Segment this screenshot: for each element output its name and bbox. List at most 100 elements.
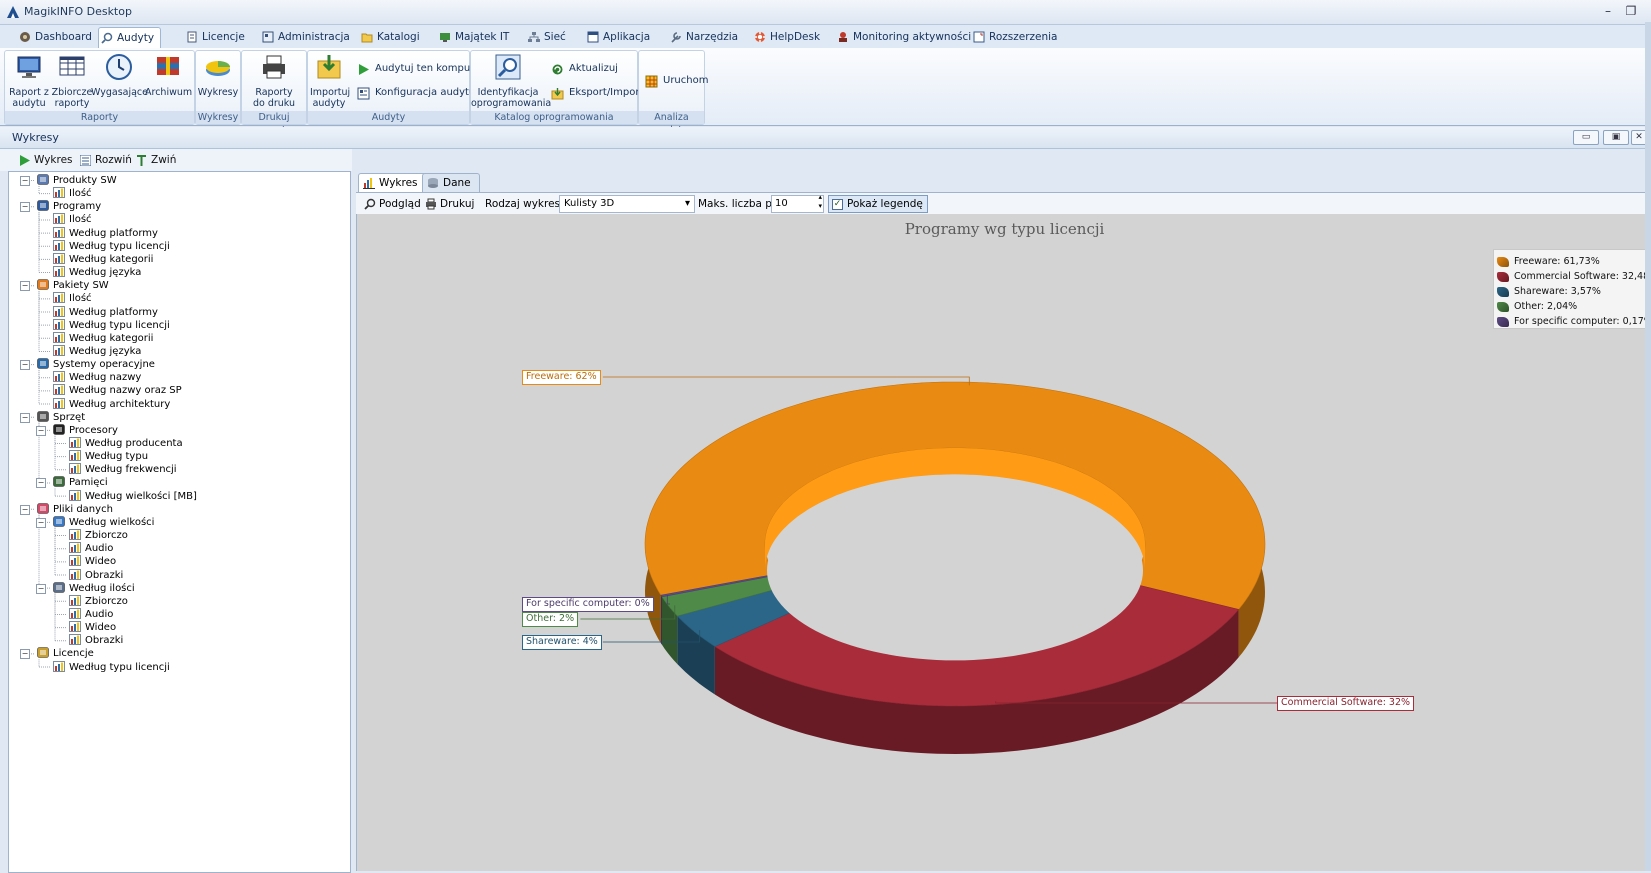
- tree-node[interactable]: Ilość: [53, 213, 92, 226]
- tree-node[interactable]: Wideo: [69, 555, 116, 568]
- tree-node[interactable]: − Pliki danych: [20, 502, 113, 516]
- spinner-arrows-icon[interactable]: ▴ ▾: [818, 193, 822, 211]
- tree-node[interactable]: Według nazwy oraz SP: [53, 384, 182, 397]
- konfiguracja-audytu-button[interactable]: Konfiguracja audytu: [357, 85, 475, 101]
- chart-type-select[interactable]: Kulisty 3D ▾: [559, 195, 695, 213]
- maximize-button[interactable]: ❐: [1620, 3, 1642, 19]
- tree-collapse-icon[interactable]: −: [20, 176, 30, 186]
- raport-z-audytu-button[interactable]: Raport z audytu: [7, 53, 51, 109]
- tab-siec[interactable]: Sieć: [526, 27, 566, 47]
- tab-monitoring-aktywnosci[interactable]: Monitoring aktywności: [835, 27, 971, 47]
- tree-node[interactable]: Obrazki: [69, 634, 123, 647]
- tree-node[interactable]: − Programy: [20, 200, 101, 213]
- panel-restore-button[interactable]: ▣: [1603, 130, 1629, 145]
- max-items-input[interactable]: 10 ▴ ▾: [771, 193, 824, 213]
- importuj-audyty-button[interactable]: Importuj audyty: [310, 53, 350, 109]
- tree-node[interactable]: − Licencje: [20, 647, 94, 660]
- tree-node[interactable]: − Procesory: [36, 424, 118, 437]
- chart-toolbar: Podgląd Drukuj Rodzaj wykresu: Kulisty 3…: [356, 192, 1651, 216]
- archiwum-button[interactable]: Archiwum: [145, 53, 192, 98]
- tab-licencje[interactable]: Licencje: [184, 27, 245, 47]
- tab-helpdesk[interactable]: HelpDesk: [752, 27, 820, 47]
- wygasajace-button[interactable]: Wygasające: [91, 53, 148, 98]
- tree-node[interactable]: − Systemy operacyjne: [20, 358, 155, 371]
- tree-node[interactable]: Zbiorczo: [69, 529, 128, 542]
- dashboard-icon: [20, 32, 30, 42]
- tree-node[interactable]: − Według wielkości: [36, 516, 154, 529]
- tree-node[interactable]: Według nazwy: [53, 371, 141, 384]
- tree-node[interactable]: Według typu: [69, 450, 148, 463]
- tab-audyty[interactable]: Audyty: [98, 27, 162, 48]
- wykres-button[interactable]: Wykres: [19, 152, 73, 168]
- tree-node[interactable]: Audio: [69, 542, 113, 555]
- wykresy-button[interactable]: Wykresy: [196, 53, 240, 98]
- tree-node[interactable]: Według platformy: [53, 305, 158, 319]
- tab-dane[interactable]: Dane: [422, 173, 480, 192]
- tree-node[interactable]: Zbiorczo: [69, 594, 128, 608]
- tree-node[interactable]: Według producenta: [69, 437, 183, 450]
- panel-minimize-button[interactable]: ▭: [1573, 130, 1599, 145]
- tree-node[interactable]: − Pamięci: [36, 476, 108, 489]
- file-icon: [37, 502, 49, 514]
- tab-wykres[interactable]: Wykres: [358, 173, 427, 192]
- tree-node[interactable]: − Produkty SW: [20, 174, 117, 187]
- admin-icon: [262, 31, 274, 43]
- ribbon: Raport z audytu Zbiorcze raporty Wygasaj…: [0, 48, 1651, 136]
- audytuj-ten-komputer-button[interactable]: Audytuj ten komputer: [357, 61, 484, 77]
- tab-katalogi[interactable]: Katalogi: [359, 27, 420, 47]
- tree-collapse-icon[interactable]: −: [36, 425, 46, 436]
- tree-node[interactable]: Ilość: [53, 292, 92, 305]
- tab-rozszerzenia[interactable]: Rozszerzenia: [971, 27, 1058, 47]
- identyfikacja-oprogramowania-button[interactable]: Identyfikacja oprogramowania: [471, 53, 551, 109]
- zbiorcze-raporty-button[interactable]: Zbiorcze raporty: [50, 53, 94, 109]
- tab-majatek-it[interactable]: Majątek IT: [437, 27, 509, 47]
- tree-node[interactable]: − Sprzęt: [20, 410, 85, 424]
- zwin-button[interactable]: Zwiń: [136, 152, 176, 168]
- tree-node[interactable]: Według języka: [53, 344, 141, 358]
- tree-node[interactable]: Według kategorii: [53, 331, 153, 345]
- tree-collapse-icon[interactable]: −: [36, 478, 46, 489]
- tree-collapse-icon[interactable]: −: [20, 649, 30, 660]
- tree-node-label: Pliki danych: [53, 503, 113, 515]
- tree-node[interactable]: Według frekwencji: [69, 463, 177, 476]
- show-legend-checkbox[interactable]: ✓ Pokaż legendę: [828, 195, 928, 213]
- tree-collapse-icon[interactable]: −: [20, 281, 30, 292]
- tree-node[interactable]: Według kategorii: [53, 252, 153, 266]
- tree-collapse-icon[interactable]: −: [36, 517, 46, 528]
- eksport-import-button[interactable]: Eksport/Import: [551, 85, 643, 101]
- tree-node[interactable]: Obrazki: [69, 568, 123, 582]
- rozwin-button[interactable]: Rozwiń: [80, 152, 132, 168]
- tab-aplikacja[interactable]: Aplikacja: [585, 27, 650, 47]
- tree-node[interactable]: Według języka: [53, 266, 141, 279]
- tree-node-label: Według wielkości [MB]: [85, 490, 197, 502]
- tree-collapse-icon[interactable]: −: [20, 504, 30, 515]
- tree-node[interactable]: − Pakiety SW: [20, 279, 109, 292]
- tree-node-label: Wideo: [85, 556, 117, 568]
- tree-node[interactable]: Według architektury: [53, 397, 170, 411]
- uruchom-button[interactable]: Uruchom: [645, 73, 708, 89]
- tree-node[interactable]: Audio: [69, 607, 113, 621]
- tree-node[interactable]: Według typu licencji: [53, 660, 170, 674]
- tree-node[interactable]: Wideo: [69, 621, 116, 634]
- globe-icon: [37, 358, 49, 369]
- tree-node[interactable]: Według typu licencji: [53, 318, 170, 332]
- podglad-button[interactable]: Podgląd: [364, 197, 421, 211]
- tree-node-label: Według typu licencji: [69, 240, 170, 252]
- tree-collapse-icon[interactable]: −: [20, 412, 30, 423]
- bar-chart-icon: [53, 187, 65, 199]
- tree-node[interactable]: Według wielkości [MB]: [69, 489, 197, 503]
- tree-collapse-icon[interactable]: −: [20, 202, 30, 213]
- minimize-button[interactable]: –: [1597, 3, 1619, 19]
- drukuj-button[interactable]: Drukuj: [425, 197, 474, 211]
- tree-node[interactable]: Według platformy: [53, 226, 158, 240]
- tree-collapse-icon[interactable]: −: [20, 360, 30, 371]
- tree-node[interactable]: Ilość: [53, 187, 92, 200]
- tree-node[interactable]: − Według ilości: [36, 581, 135, 595]
- raporty-do-druku-button[interactable]: Raporty do druku: [242, 53, 306, 109]
- tab-dashboard[interactable]: Dashboard: [17, 27, 92, 47]
- tree-collapse-icon[interactable]: −: [36, 583, 46, 594]
- tab-administracja[interactable]: Administracja: [260, 27, 350, 47]
- aktualizuj-button[interactable]: Aktualizuj: [551, 61, 618, 77]
- tree-node[interactable]: Według typu licencji: [53, 239, 170, 253]
- tab-narzedzia[interactable]: Narzędzia: [668, 27, 738, 47]
